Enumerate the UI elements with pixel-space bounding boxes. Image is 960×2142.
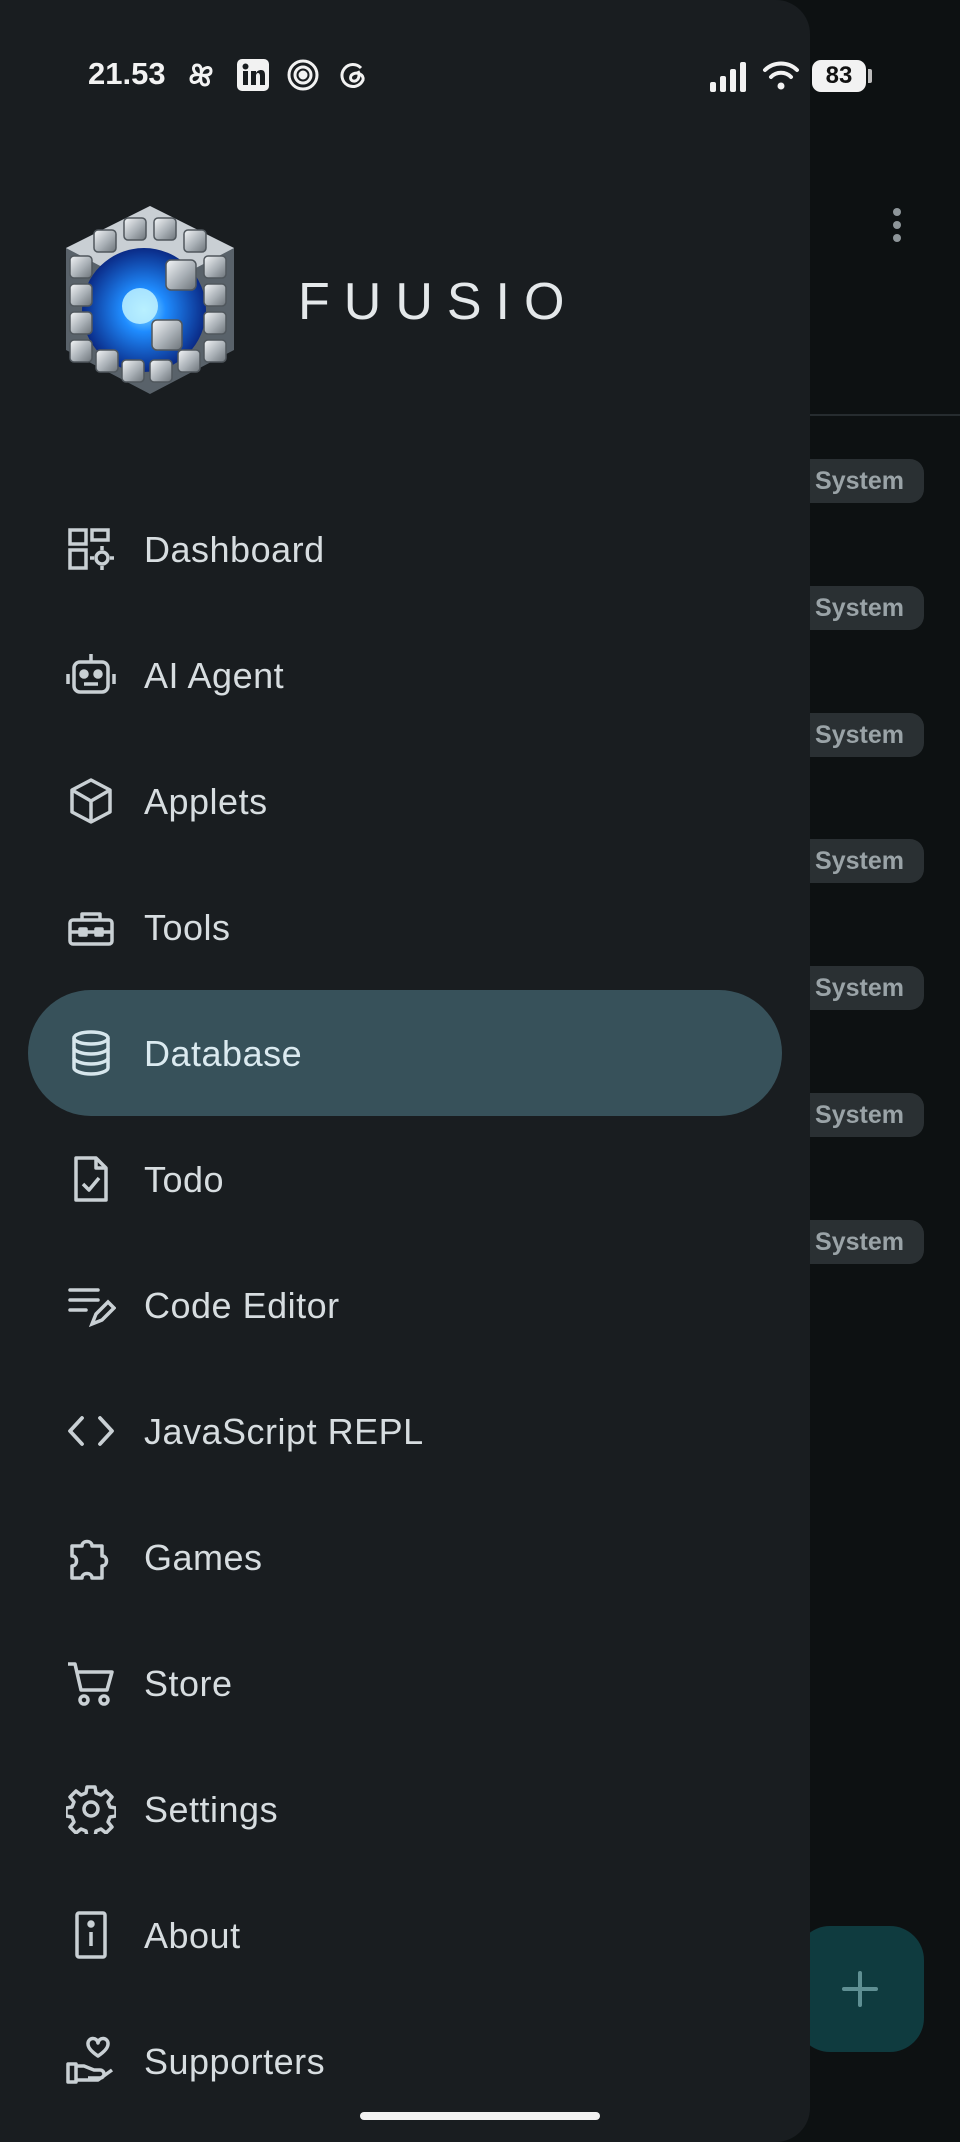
nav-item-dashboard[interactable]: Dashboard [28,486,782,612]
plus-icon [842,1971,878,2007]
status-bar: 21.53 83 [0,0,960,156]
nav-item-store[interactable]: Store [28,1620,782,1746]
nav-item-settings[interactable]: Settings [28,1746,782,1872]
nav-item-database[interactable]: Database [28,990,782,1116]
nav-item-supporters[interactable]: Supporters [28,1998,782,2124]
cube-icon [70,778,112,824]
fuusio-logo [66,206,234,394]
nav-label: Supporters [144,2041,326,2082]
nav-label: Store [144,1663,233,1704]
system-badge: System [796,1220,924,1264]
nav-label: Dashboard [144,529,325,570]
threads-like-spiral-icon [287,59,319,91]
nav-label: Database [144,1033,303,1074]
linkedin-icon [237,59,269,91]
nav-item-about[interactable]: About [28,1872,782,1998]
nav-label: Games [144,1537,263,1578]
puzzle-icon [70,1539,109,1580]
threads-icon [340,63,365,88]
system-badge: System [796,966,924,1010]
toolbox-icon [68,912,114,946]
nav-item-todo[interactable]: Todo [28,1116,782,1242]
code-brackets-icon [68,1416,114,1446]
battery-indicator: 83 [812,60,866,92]
nav-item-tools[interactable]: Tools [28,864,782,990]
task-file-icon [74,1156,108,1202]
nav-item-ai-agent[interactable]: AI Agent [28,612,782,738]
nav-label: About [144,1915,241,1956]
signal-icon [710,62,746,92]
battery-tip [868,69,872,83]
dashboard-icon [68,528,114,570]
nav-label: Code Editor [144,1285,340,1326]
nav-item-javascript-repl[interactable]: JavaScript REPL [28,1368,782,1494]
gear-icon [66,1785,116,1834]
system-badge: System [796,839,924,883]
edit-note-icon [68,1288,116,1328]
system-badge: System [796,586,924,630]
add-fab-button[interactable] [796,1926,924,2052]
system-badge: System [796,713,924,757]
nav-label: JavaScript REPL [144,1411,424,1452]
wifi-icon [763,61,799,90]
nav-label: Todo [144,1159,225,1200]
nav-item-applets[interactable]: Applets [28,738,782,864]
system-badge: System [796,1093,924,1137]
nav-label: AI Agent [144,655,285,696]
status-time: 21.53 [88,56,166,91]
app-brand-title: FUUSIO [298,273,579,331]
home-indicator[interactable] [360,2112,600,2120]
info-icon [75,1911,107,1959]
nav-label: Applets [144,781,268,822]
nav-label: Settings [144,1789,279,1830]
nav-label: Tools [144,907,231,948]
database-icon [72,1030,110,1076]
robot-icon [66,654,116,694]
more-vertical-icon[interactable] [884,200,910,250]
pinwheel-icon [189,63,213,87]
nav-item-code-editor[interactable]: Code Editor [28,1242,782,1368]
hand-heart-icon [66,2036,114,2084]
nav-item-games[interactable]: Games [28,1494,782,1620]
cart-icon [68,1662,114,1706]
system-badge: System [796,459,924,503]
navigation-drawer: FUUSIO Dashboard AI Agent Applets Tools [0,0,810,2142]
